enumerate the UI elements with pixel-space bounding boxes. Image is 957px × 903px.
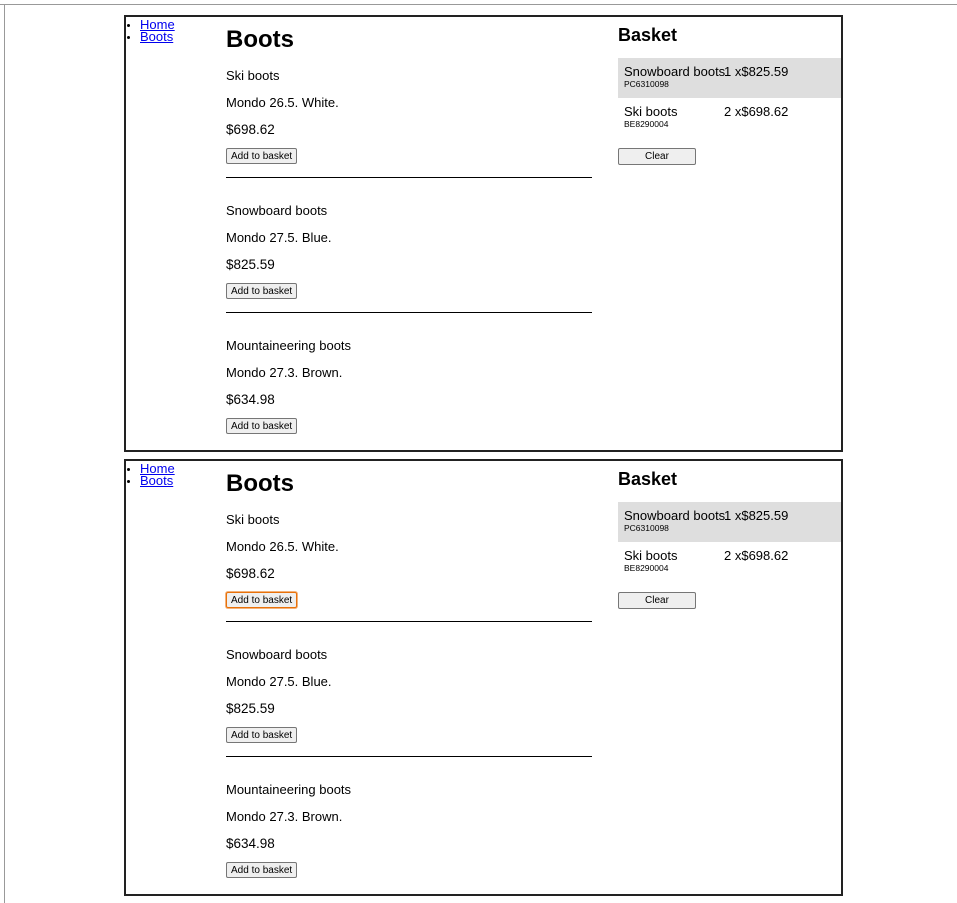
product-divider bbox=[226, 621, 592, 622]
basket-row: Ski boots BE8290004 2 x$698.62 bbox=[618, 98, 841, 138]
product-description: Mondo 26.5. White. bbox=[226, 95, 339, 110]
basket-item-code: PC6310098 bbox=[624, 79, 669, 89]
screenshot-frame-after: Home Boots Boots Ski boots Mondo 26.5. W… bbox=[124, 459, 843, 896]
product-description: Mondo 27.3. Brown. bbox=[226, 809, 343, 824]
basket-row: Snowboard boots PC6310098 1 x$825.59 bbox=[618, 58, 841, 98]
product-description: Mondo 26.5. White. bbox=[226, 539, 339, 554]
product-name: Mountaineering boots bbox=[226, 338, 352, 353]
add-to-basket-button[interactable]: Add to basket bbox=[226, 862, 298, 878]
add-to-basket-button-focused[interactable]: Add to basket bbox=[226, 592, 298, 608]
basket-panel: Basket Snowboard boots PC6310098 1 x$825… bbox=[618, 469, 841, 609]
product-item: Ski boots Mondo 26.5. White. $698.62 Add… bbox=[226, 68, 592, 178]
product-price: $698.62 bbox=[226, 122, 275, 137]
product-price: $698.62 bbox=[226, 566, 275, 581]
basket-item-name: Ski boots bbox=[624, 104, 678, 119]
product-name: Snowboard boots bbox=[226, 647, 328, 662]
product-divider bbox=[226, 177, 592, 178]
nav-list: Home Boots bbox=[126, 462, 175, 488]
product-item: Mountaineering boots Mondo 27.3. Brown. … bbox=[226, 338, 592, 434]
page-edge-top bbox=[0, 4, 957, 5]
nav-list: Home Boots bbox=[126, 18, 175, 44]
basket-item-quantity-price: 2 x$698.62 bbox=[724, 548, 789, 563]
basket-item-quantity-price: 1 x$825.59 bbox=[724, 64, 789, 79]
basket-item-code: BE8290004 bbox=[624, 119, 669, 129]
product-divider bbox=[226, 756, 592, 757]
screenshot-frame-before: Home Boots Boots Ski boots Mondo 26.5. W… bbox=[124, 15, 843, 452]
product-price: $634.98 bbox=[226, 836, 275, 851]
product-price: $825.59 bbox=[226, 257, 275, 272]
nav-link-boots[interactable]: Boots bbox=[140, 29, 173, 44]
basket-title: Basket bbox=[618, 25, 678, 45]
nav-item-boots: Boots bbox=[126, 473, 175, 488]
nav-item-boots: Boots bbox=[126, 29, 175, 44]
page-edge-left bbox=[4, 4, 5, 903]
product-item: Snowboard boots Mondo 27.5. Blue. $825.5… bbox=[226, 203, 592, 313]
basket-row: Ski boots BE8290004 2 x$698.62 bbox=[618, 542, 841, 582]
basket-item-quantity-price: 2 x$698.62 bbox=[724, 104, 789, 119]
product-price: $825.59 bbox=[226, 701, 275, 716]
basket-items: Snowboard boots PC6310098 1 x$825.59 Ski… bbox=[618, 58, 841, 138]
add-to-basket-button[interactable]: Add to basket bbox=[226, 148, 298, 164]
nav-link-boots[interactable]: Boots bbox=[140, 473, 173, 488]
product-item: Mountaineering boots Mondo 27.3. Brown. … bbox=[226, 782, 592, 878]
add-to-basket-button[interactable]: Add to basket bbox=[226, 727, 298, 743]
page-title: Boots bbox=[226, 26, 294, 53]
product-name: Snowboard boots bbox=[226, 203, 328, 218]
basket-panel: Basket Snowboard boots PC6310098 1 x$825… bbox=[618, 25, 841, 165]
product-description: Mondo 27.3. Brown. bbox=[226, 365, 343, 380]
product-description: Mondo 27.5. Blue. bbox=[226, 230, 332, 245]
clear-basket-button[interactable]: Clear bbox=[618, 148, 696, 165]
product-item: Ski boots Mondo 26.5. White. $698.62 Add… bbox=[226, 512, 592, 622]
product-description: Mondo 27.5. Blue. bbox=[226, 674, 332, 689]
product-name: Ski boots bbox=[226, 512, 280, 527]
product-item: Snowboard boots Mondo 27.5. Blue. $825.5… bbox=[226, 647, 592, 757]
add-to-basket-button[interactable]: Add to basket bbox=[226, 418, 298, 434]
product-name: Ski boots bbox=[226, 68, 280, 83]
basket-items: Snowboard boots PC6310098 1 x$825.59 Ski… bbox=[618, 502, 841, 582]
product-list: Boots Ski boots Mondo 26.5. White. $698.… bbox=[226, 25, 592, 434]
basket-item-code: PC6310098 bbox=[624, 523, 669, 533]
page-title: Boots bbox=[226, 470, 294, 497]
basket-item-name: Snowboard boots bbox=[624, 64, 726, 79]
basket-item-quantity-price: 1 x$825.59 bbox=[724, 508, 789, 523]
product-divider bbox=[226, 312, 592, 313]
basket-item-name: Snowboard boots bbox=[624, 508, 726, 523]
product-name: Mountaineering boots bbox=[226, 782, 352, 797]
basket-row: Snowboard boots PC6310098 1 x$825.59 bbox=[618, 502, 841, 542]
product-list: Boots Ski boots Mondo 26.5. White. $698.… bbox=[226, 469, 592, 878]
product-price: $634.98 bbox=[226, 392, 275, 407]
basket-title: Basket bbox=[618, 469, 678, 489]
clear-basket-button[interactable]: Clear bbox=[618, 592, 696, 609]
basket-item-name: Ski boots bbox=[624, 548, 678, 563]
basket-item-code: BE8290004 bbox=[624, 563, 669, 573]
add-to-basket-button[interactable]: Add to basket bbox=[226, 283, 298, 299]
